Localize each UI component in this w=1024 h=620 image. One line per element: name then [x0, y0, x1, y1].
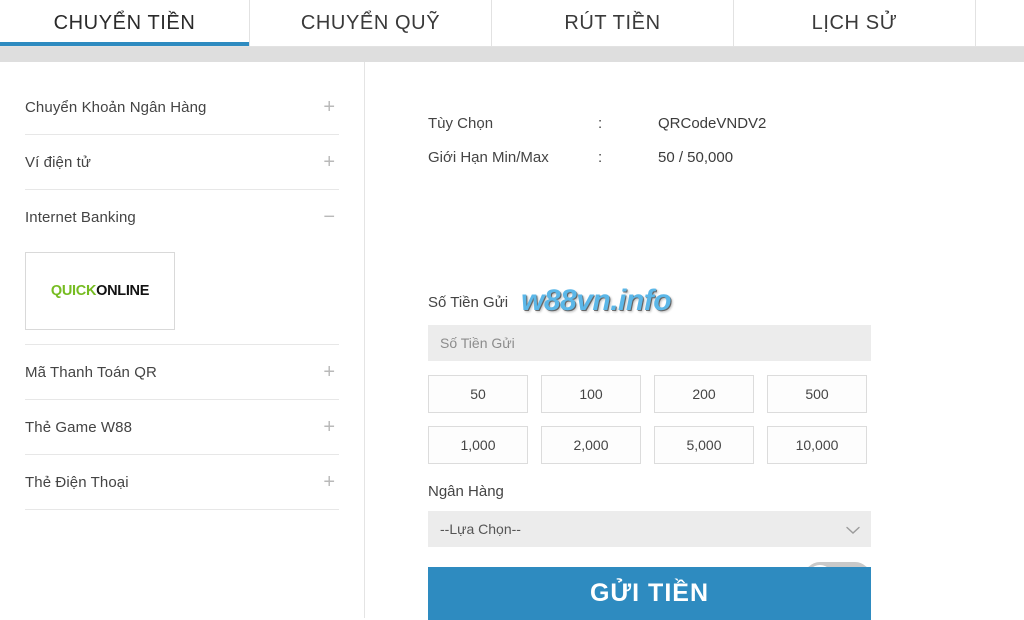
- amount-field-label: Số Tiền Gửi: [428, 294, 509, 311]
- amount-preset-button[interactable]: 10,000: [767, 426, 867, 464]
- internet-banking-panel: QUICKONLINE: [25, 244, 339, 345]
- info-value: 50 / 50,000: [658, 148, 734, 166]
- plus-icon: +: [323, 416, 335, 438]
- tab-label: LỊCH SỬ: [811, 12, 898, 34]
- sidebar-item-label: Internet Banking: [25, 208, 136, 226]
- plus-icon: +: [323, 361, 335, 383]
- tab-label: RÚT TIỀN: [564, 12, 661, 34]
- tab-chuyen-tien[interactable]: CHUYỂN TIỀN: [0, 0, 250, 47]
- plus-icon: +: [323, 471, 335, 493]
- sidebar-item-label: Mã Thanh Toán QR: [25, 363, 157, 381]
- main-tab-bar: CHUYỂN TIỀN CHUYỂN QUỸ RÚT TIỀN LỊCH SỬ: [0, 0, 1024, 47]
- info-row-limit: Giới Hạn Min/Max : 50 / 50,000: [428, 140, 766, 174]
- deposit-form-panel: Tùy Chọn : QRCodeVNDV2 Giới Hạn Min/Max …: [366, 62, 1024, 620]
- sidebar-item-label: Thẻ Game W88: [25, 418, 133, 436]
- sidebar-item-ewallet[interactable]: Ví điện tử +: [25, 135, 339, 190]
- page-content: Chuyển Khoản Ngân Hàng + Ví điện tử + In…: [0, 62, 1024, 620]
- logo-text-quick: QUICK: [50, 283, 97, 299]
- info-value: QRCodeVNDV2: [658, 114, 767, 132]
- tab-rut-tien[interactable]: RÚT TIỀN: [492, 0, 734, 47]
- info-colon: :: [598, 114, 603, 132]
- sidebar-item-game-card[interactable]: Thẻ Game W88 +: [25, 400, 339, 455]
- sidebar-item-qr-payment[interactable]: Mã Thanh Toán QR +: [25, 345, 339, 400]
- sidebar-item-internet-banking[interactable]: Internet Banking −: [25, 190, 339, 244]
- plus-icon: +: [323, 151, 335, 173]
- logo-text-online: ONLINE: [96, 283, 150, 299]
- tab-label: CHUYỂN TIỀN: [53, 12, 196, 34]
- info-row-option: Tùy Chọn : QRCodeVNDV2: [428, 106, 766, 140]
- bank-field-label: Ngân Hàng: [428, 483, 504, 500]
- amount-preset-list: 50 100 200 500 1,000 2,000 5,000 10,000: [428, 375, 880, 464]
- quickonline-logo: QUICKONLINE: [50, 283, 150, 299]
- sidebar-item-label: Chuyển Khoản Ngân Hàng: [25, 98, 207, 116]
- tab-chuyen-quy[interactable]: CHUYỂN QUỸ: [250, 0, 492, 47]
- plus-icon: +: [323, 96, 335, 118]
- bank-select[interactable]: --Lựa Chọn--: [428, 511, 871, 547]
- sidebar-item-phone-card[interactable]: Thẻ Điện Thoại +: [25, 455, 339, 510]
- amount-preset-button[interactable]: 1,000: [428, 426, 528, 464]
- amount-preset-button[interactable]: 50: [428, 375, 528, 413]
- quickonline-logo-button[interactable]: QUICKONLINE: [25, 252, 175, 330]
- minus-icon: −: [323, 206, 335, 228]
- submit-deposit-button[interactable]: GỬI TIỀN: [428, 567, 871, 620]
- tab-bar-shadow-band: [0, 47, 1024, 62]
- amount-preset-button[interactable]: 100: [541, 375, 641, 413]
- bank-select-value: --Lựa Chọn--: [440, 521, 521, 537]
- amount-preset-button[interactable]: 5,000: [654, 426, 754, 464]
- tab-label: CHUYỂN QUỸ: [300, 12, 441, 34]
- sidebar-item-label: Thẻ Điện Thoại: [25, 473, 129, 491]
- tab-lich-su[interactable]: LỊCH SỬ: [734, 0, 976, 47]
- amount-input[interactable]: [428, 325, 871, 361]
- payment-method-sidebar: Chuyển Khoản Ngân Hàng + Ví điện tử + In…: [0, 62, 365, 618]
- deposit-info-table: Tùy Chọn : QRCodeVNDV2 Giới Hạn Min/Max …: [428, 106, 766, 174]
- info-colon: :: [598, 148, 603, 166]
- sidebar-item-bank-transfer[interactable]: Chuyển Khoản Ngân Hàng +: [25, 80, 339, 135]
- sidebar-item-label: Ví điện tử: [25, 153, 92, 171]
- site-watermark: w88vn.info: [521, 284, 672, 317]
- amount-preset-button[interactable]: 500: [767, 375, 867, 413]
- info-key: Tùy Chọn: [428, 114, 494, 132]
- amount-preset-button[interactable]: 2,000: [541, 426, 641, 464]
- info-key: Giới Hạn Min/Max: [428, 148, 549, 166]
- amount-preset-button[interactable]: 200: [654, 375, 754, 413]
- chevron-down-icon: [845, 522, 860, 536]
